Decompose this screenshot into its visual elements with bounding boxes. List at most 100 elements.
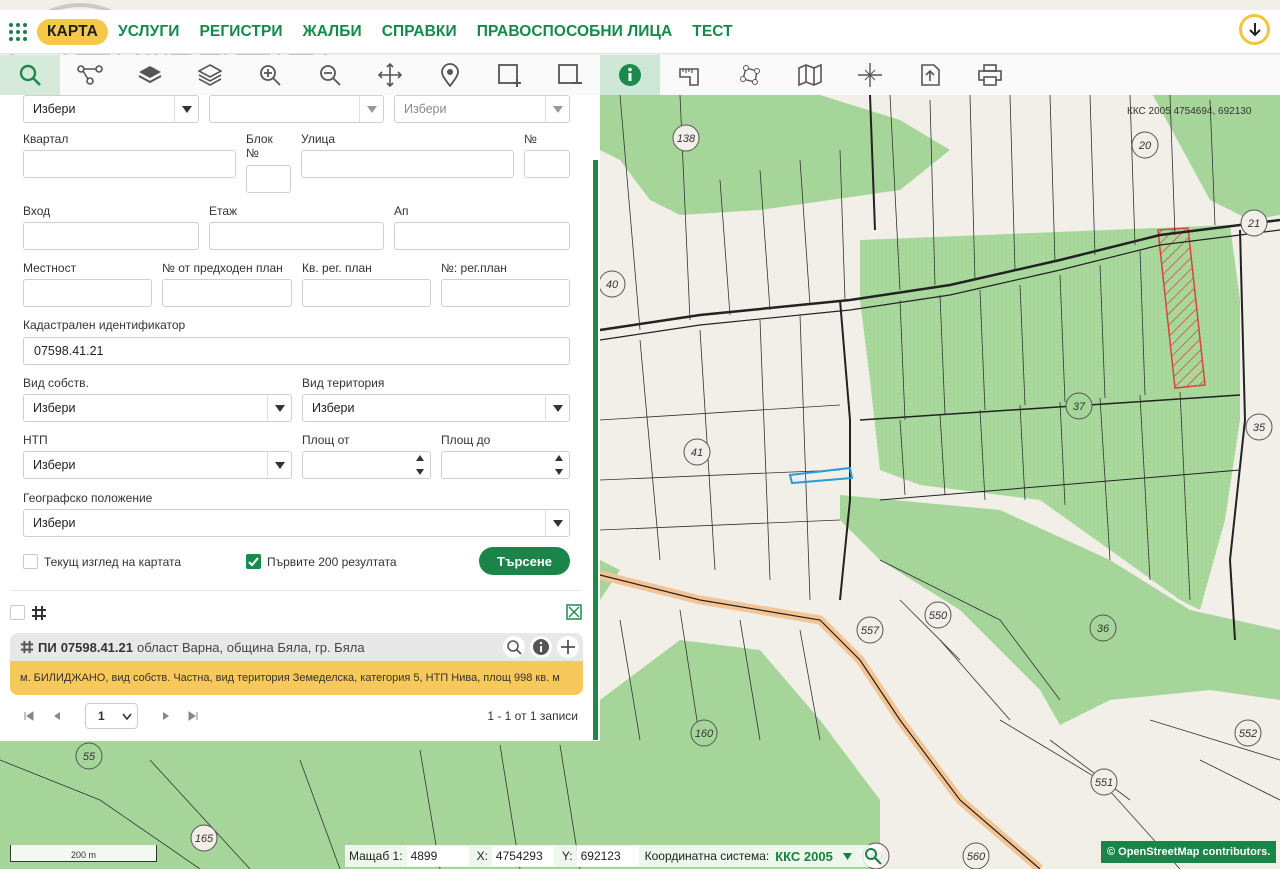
- measure-tool[interactable]: [660, 55, 720, 95]
- zoom-in-tool[interactable]: [240, 55, 300, 95]
- street-number-input[interactable]: [524, 150, 570, 178]
- area-to-spinner[interactable]: [555, 455, 565, 475]
- export-icon: [921, 64, 940, 86]
- result-location: област Варна, община Бяла, гр. Бяла: [136, 639, 365, 655]
- select-all-checkbox[interactable]: [10, 605, 25, 620]
- nav-spravki[interactable]: СПРАВКИ: [372, 19, 467, 45]
- layers-tool[interactable]: [180, 55, 240, 95]
- kvartal-label: Квартал: [23, 132, 69, 146]
- select-remove-tool[interactable]: [540, 55, 600, 95]
- current-view-checkbox[interactable]: [23, 554, 38, 569]
- search-tool[interactable]: [0, 55, 60, 95]
- area-to-input[interactable]: [441, 451, 570, 479]
- first-200-checkbox[interactable]: [246, 554, 261, 569]
- area-from-spinner[interactable]: [416, 455, 426, 475]
- result-id: 07598.41.21: [60, 639, 133, 655]
- export-tool[interactable]: [900, 55, 960, 95]
- vhod-label: Вход: [23, 204, 51, 218]
- no-reg-plan-input[interactable]: [441, 279, 570, 307]
- pan-tool[interactable]: [360, 55, 420, 95]
- polygon-tool[interactable]: [720, 55, 780, 95]
- select-add-tool[interactable]: [480, 55, 540, 95]
- zoom-out-tool[interactable]: [300, 55, 360, 95]
- x-label: X:: [476, 849, 488, 863]
- area-from-input[interactable]: [302, 451, 431, 479]
- checkmark-icon: [248, 557, 259, 567]
- crosshair-tool[interactable]: [840, 55, 900, 95]
- street-number-label: №: [524, 132, 537, 146]
- map-tool[interactable]: [780, 55, 840, 95]
- prev-page-icon[interactable]: [52, 711, 62, 721]
- first-page-icon[interactable]: [24, 711, 34, 721]
- info-tool[interactable]: [600, 55, 660, 95]
- blok-input[interactable]: [246, 165, 291, 193]
- svg-text:550: 550: [929, 610, 948, 622]
- ap-input[interactable]: [394, 222, 570, 250]
- coordinate-bar: Мащаб 1: 4899 X: 4754293 Y: 692123 Коорд…: [345, 845, 882, 867]
- info-icon: [619, 64, 641, 86]
- ulica-input[interactable]: [301, 150, 514, 178]
- next-page-icon[interactable]: [161, 711, 171, 721]
- coordinate-search-icon[interactable]: [864, 847, 882, 865]
- coord-system-select[interactable]: ККС 2005: [775, 849, 852, 864]
- print-icon: [978, 64, 1002, 86]
- result-info-button[interactable]: [530, 636, 552, 658]
- settlement-select-value: Избери: [404, 102, 447, 116]
- apps-grid-icon[interactable]: [9, 21, 31, 43]
- vhod-input[interactable]: [23, 222, 199, 250]
- nav-test[interactable]: ТЕСТ: [682, 19, 742, 45]
- download-button[interactable]: [1239, 14, 1270, 45]
- territory-type-select[interactable]: Избери: [302, 394, 570, 422]
- grid-hash-icon: [20, 640, 34, 654]
- result-item-header[interactable]: ПИ 07598.41.21 област Варна, община Бяла…: [10, 633, 583, 661]
- nav-uslugi[interactable]: УСЛУГИ: [108, 19, 190, 45]
- search-icon: [507, 640, 522, 655]
- page-select-value: 1: [98, 709, 105, 723]
- map-toolbar: [0, 55, 1280, 95]
- current-view-label: Текущ изглед на картата: [44, 555, 182, 569]
- ntp-label: НТП: [23, 433, 48, 447]
- panel-scrollbar[interactable]: [593, 160, 598, 740]
- nav-jalbi[interactable]: ЖАЛБИ: [293, 19, 372, 45]
- result-zoom-button[interactable]: [503, 636, 525, 658]
- kv-reg-plan-label: Кв. рег. план: [302, 261, 372, 275]
- kvartal-input[interactable]: [23, 150, 236, 178]
- municipality-select[interactable]: [209, 95, 384, 123]
- last-page-icon[interactable]: [188, 711, 198, 721]
- y-label: Y:: [561, 849, 573, 863]
- prev-plan-input[interactable]: [162, 279, 292, 307]
- kv-reg-plan-input[interactable]: [302, 279, 431, 307]
- scale-input[interactable]: 4899: [406, 846, 469, 866]
- expand-results-icon[interactable]: [566, 604, 582, 620]
- grid-hash-icon[interactable]: [31, 605, 47, 621]
- layers-filled-tool[interactable]: [120, 55, 180, 95]
- etaj-input[interactable]: [209, 222, 384, 250]
- nav-pravosposobni-lica[interactable]: ПРАВОСПОСОБНИ ЛИЦА: [467, 19, 683, 45]
- region-select[interactable]: Избери: [23, 95, 199, 123]
- scale-bar-label: 200 m: [70, 850, 96, 860]
- svg-text:41: 41: [691, 447, 703, 459]
- ownership-type-select[interactable]: Избери: [23, 394, 292, 422]
- geo-position-value: Избери: [33, 516, 76, 530]
- svg-text:37: 37: [1073, 401, 1086, 413]
- nav-registri[interactable]: РЕГИСТРИ: [189, 19, 292, 45]
- location-tool[interactable]: [420, 55, 480, 95]
- mestnost-input[interactable]: [23, 279, 152, 307]
- records-count: 1 - 1 от 1 записи: [487, 709, 578, 723]
- nav-karta[interactable]: КАРТА: [37, 18, 108, 45]
- ntp-select[interactable]: Избери: [23, 451, 292, 479]
- geo-position-select[interactable]: Избери: [23, 509, 570, 537]
- map-top-coordinates: ККС 2005 4754694, 692130: [1127, 106, 1252, 117]
- route-tool[interactable]: [60, 55, 120, 95]
- page-select[interactable]: 1: [85, 703, 138, 729]
- print-tool[interactable]: [960, 55, 1020, 95]
- coord-system-value: ККС 2005: [775, 848, 833, 864]
- geo-position-label: Географско положение: [23, 491, 153, 505]
- coord-system-label: Координатна система:: [644, 849, 770, 863]
- osm-attribution[interactable]: © OpenStreetMap contributors.: [1101, 841, 1276, 863]
- search-button[interactable]: Търсене: [479, 547, 570, 575]
- cadastral-id-input[interactable]: 07598.41.21: [23, 337, 570, 365]
- settlement-select[interactable]: Избери: [394, 95, 570, 123]
- svg-text:551: 551: [1095, 777, 1113, 789]
- result-add-button[interactable]: [557, 636, 579, 658]
